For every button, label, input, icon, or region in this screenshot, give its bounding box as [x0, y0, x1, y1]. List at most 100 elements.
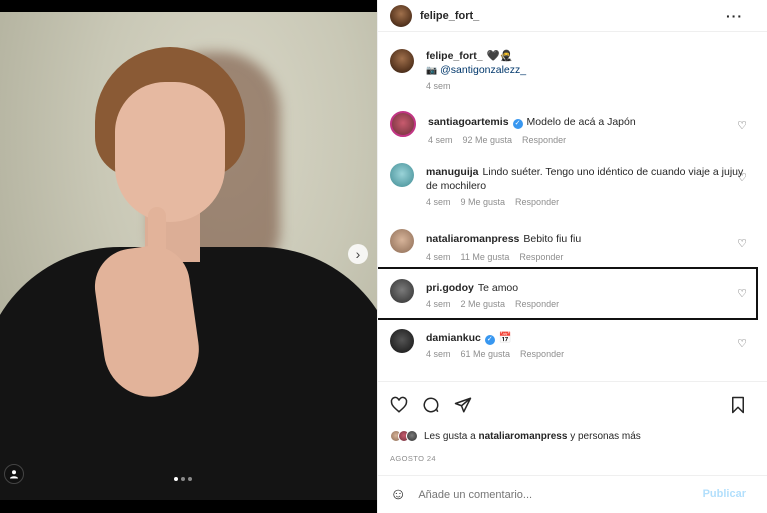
carousel-dot — [174, 477, 178, 481]
reply-button[interactable]: Responder — [522, 135, 566, 145]
photo-face — [115, 82, 225, 222]
caption-emojis: 🖤🥷 — [486, 50, 513, 62]
post-side-panel: felipe_fort_ ··· felipe_fort_ 🖤🥷 📷 @santi… — [377, 0, 767, 513]
caption: felipe_fort_ 🖤🥷 📷 @santigonzalezz_ 4 sem — [390, 49, 755, 91]
comment-text-line: santiagoartemis ✓ Modelo de acá a Japón — [428, 115, 755, 129]
comment-username[interactable]: pri.godoy — [426, 282, 474, 294]
like-comment-heart-icon[interactable]: ♡ — [737, 119, 747, 132]
comments-list: felipe_fort_ 🖤🥷 📷 @santigonzalezz_ 4 sem … — [378, 33, 767, 381]
comment-avatar[interactable] — [390, 279, 414, 303]
comment-bubble-icon[interactable] — [422, 396, 440, 417]
comment-item: damiankuc ✓ 📅 4 sem 61 Me gusta Responder … — [390, 329, 755, 359]
tagged-user-icon[interactable] — [4, 464, 24, 484]
speech-bubble-icon — [423, 397, 439, 413]
likes-user[interactable]: nataliaromanpress — [479, 431, 568, 442]
caption-username[interactable]: felipe_fort_ — [426, 50, 483, 62]
like-comment-heart-icon[interactable]: ♡ — [737, 337, 747, 350]
liker-avatars — [390, 430, 418, 442]
like-comment-heart-icon[interactable]: ♡ — [737, 171, 747, 184]
reply-button[interactable]: Responder — [520, 349, 564, 359]
comment-avatar[interactable] — [390, 163, 414, 187]
emoji-icon[interactable]: ☺ — [390, 486, 406, 504]
caption-mention[interactable]: @santigonzalezz_ — [440, 64, 526, 76]
carousel-dot — [181, 477, 185, 481]
caption-line-2: 📷 @santigonzalezz_ — [426, 63, 755, 77]
camera-icon: 📷 — [426, 65, 438, 75]
verified-badge-icon: ✓ — [484, 335, 495, 345]
post-actions: Les gusta a nataliaromanpress y personas… — [378, 381, 767, 513]
comment-likes[interactable]: 61 Me gusta — [461, 349, 511, 359]
comment-body: santiagoartemis ✓ Modelo de acá a Japón 4 … — [428, 111, 755, 145]
caption-meta: 4 sem — [426, 81, 755, 91]
comment-username[interactable]: nataliaromanpress — [426, 233, 519, 245]
like-comment-heart-icon[interactable]: ♡ — [737, 237, 747, 250]
comment-item: nataliaromanpress Bebito fiu fiu 4 sem 11… — [390, 229, 755, 262]
comment-text: 📅 — [498, 332, 512, 344]
post-header: felipe_fort_ ··· — [378, 0, 767, 32]
next-photo-button[interactable]: › — [348, 244, 368, 264]
comment-likes[interactable]: 2 Me gusta — [461, 299, 506, 309]
user-icon — [10, 470, 18, 479]
comment-meta: 4 sem 11 Me gusta Responder — [426, 252, 755, 262]
comment-username[interactable]: santiagoartemis — [428, 116, 509, 128]
bookmark-icon — [732, 396, 744, 414]
verified-badge-icon: ✓ — [512, 119, 523, 129]
liker-avatar — [406, 430, 418, 442]
heart-icon — [390, 396, 408, 413]
post-photo[interactable] — [0, 12, 377, 500]
carousel-dots — [174, 477, 192, 481]
comment-text-line: manuguija Lindo suéter. Tengo uno idéntic… — [426, 165, 755, 193]
comment-time[interactable]: 4 sem — [426, 349, 451, 359]
comment-input[interactable] — [418, 489, 659, 501]
post-photo-pane: › — [0, 0, 377, 513]
save-bookmark-icon[interactable] — [730, 396, 746, 417]
comment-likes[interactable]: 92 Me gusta — [463, 135, 513, 145]
caption-body: felipe_fort_ 🖤🥷 📷 @santigonzalezz_ 4 sem — [426, 49, 755, 91]
comment-meta: 4 sem 2 Me gusta Responder — [426, 299, 755, 309]
author-username[interactable]: felipe_fort_ — [420, 10, 479, 22]
like-heart-icon[interactable] — [390, 396, 408, 417]
add-comment-bar: ☺ Publicar — [378, 475, 767, 513]
likes-prefix: Les gusta a — [424, 430, 476, 442]
post-date: AGOSTO 24 — [390, 454, 436, 463]
comment-item: pri.godoy Te amoo 4 sem 2 Me gusta Respon… — [390, 279, 755, 309]
comment-item: manuguija Lindo suéter. Tengo uno idéntic… — [390, 163, 755, 207]
comment-avatar[interactable] — [390, 111, 416, 137]
comment-time[interactable]: 4 sem — [426, 299, 451, 309]
comment-body: nataliaromanpress Bebito fiu fiu 4 sem 11… — [426, 229, 755, 262]
action-icons — [390, 396, 472, 417]
caption-line-1: felipe_fort_ 🖤🥷 — [426, 49, 755, 63]
likes-suffix[interactable]: y personas más — [570, 431, 641, 442]
caption-avatar[interactable] — [390, 49, 414, 73]
comment-body: damiankuc ✓ 📅 4 sem 61 Me gusta Responder — [426, 329, 755, 359]
comment-avatar[interactable] — [390, 329, 414, 353]
comment-time[interactable]: 4 sem — [428, 135, 453, 145]
comment-body: manuguija Lindo suéter. Tengo uno idéntic… — [426, 163, 755, 207]
likes-summary: Les gusta a nataliaromanpress y personas… — [390, 430, 641, 442]
comment-avatar[interactable] — [390, 229, 414, 253]
reply-button[interactable]: Responder — [515, 197, 559, 207]
comment-time[interactable]: 4 sem — [426, 252, 451, 262]
comment-text-line: pri.godoy Te amoo — [426, 281, 755, 295]
comment-username[interactable]: manuguija — [426, 166, 479, 178]
share-icon[interactable] — [454, 396, 472, 417]
carousel-dot — [188, 477, 192, 481]
author-avatar[interactable] — [390, 4, 412, 27]
publish-button[interactable]: Publicar — [703, 488, 746, 500]
comment-text-line: damiankuc ✓ 📅 — [426, 331, 755, 345]
paper-plane-icon — [454, 397, 472, 413]
reply-button[interactable]: Responder — [519, 252, 563, 262]
more-options-icon[interactable]: ··· — [726, 8, 743, 24]
comment-time[interactable]: 4 sem — [426, 197, 451, 207]
comment-text: Te amoo — [477, 282, 519, 294]
caption-time[interactable]: 4 sem — [426, 81, 451, 91]
comment-likes[interactable]: 9 Me gusta — [461, 197, 506, 207]
comment-item: santiagoartemis ✓ Modelo de acá a Japón 4 … — [390, 111, 755, 145]
reply-button[interactable]: Responder — [515, 299, 559, 309]
comment-text-line: nataliaromanpress Bebito fiu fiu — [426, 232, 755, 246]
comment-username[interactable]: damiankuc — [426, 332, 481, 344]
comment-text: Modelo de acá a Japón — [526, 116, 636, 128]
comment-meta: 4 sem 92 Me gusta Responder — [428, 135, 755, 145]
like-comment-heart-icon[interactable]: ♡ — [737, 287, 747, 300]
comment-likes[interactable]: 11 Me gusta — [461, 252, 510, 262]
